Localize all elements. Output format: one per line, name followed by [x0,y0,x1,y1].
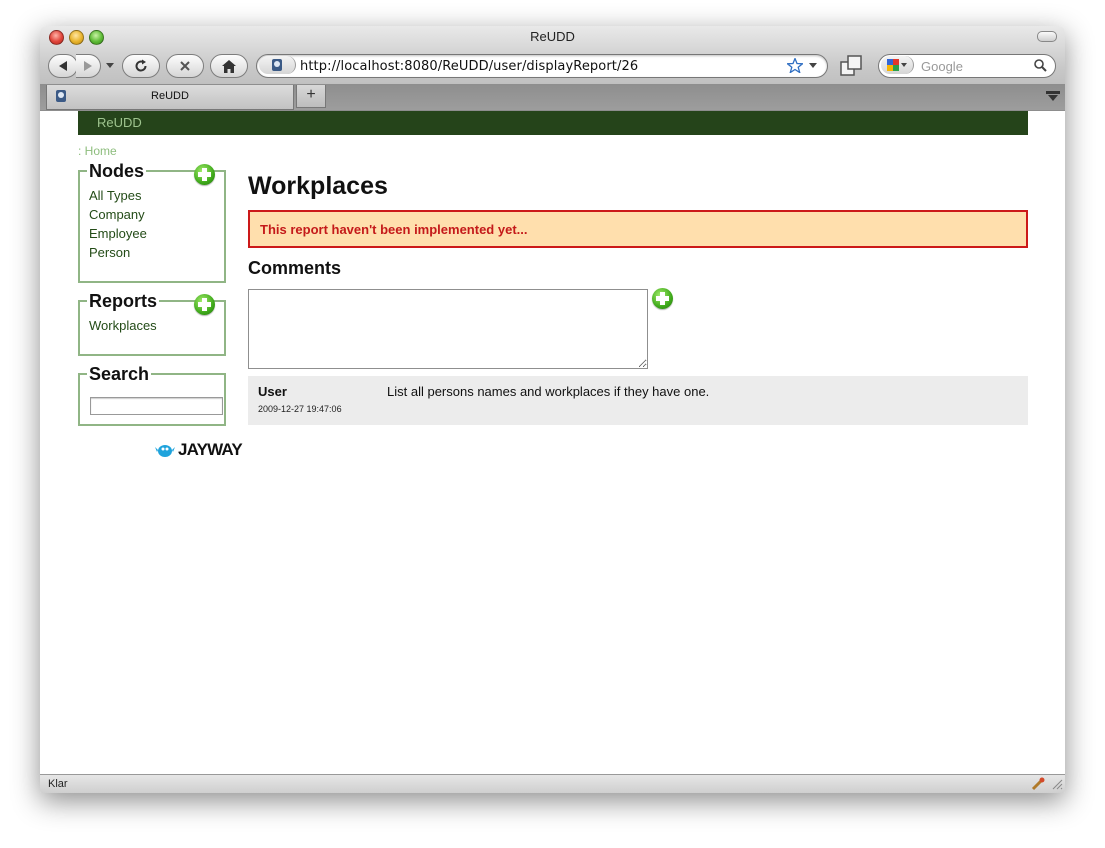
history-dropdown-icon[interactable] [106,63,114,69]
comment-text: List all persons names and workplaces if… [387,384,710,399]
home-icon [222,59,236,73]
add-node-icon[interactable] [194,164,215,185]
address-bar[interactable]: http://localhost:8080/ReUDD/user/display… [256,54,828,78]
node-link-person[interactable]: Person [89,243,224,262]
search-title: Search [89,364,150,384]
home-button[interactable] [210,54,248,78]
addon-status-icon[interactable] [1031,777,1045,791]
comments-title: Comments [248,258,342,278]
title-bar: ReUDD http://localhost:8080/ReUDD/user/d… [40,26,1065,111]
reports-title: Reports [89,291,158,311]
magnifier-icon[interactable] [1034,59,1047,72]
site-title-link[interactable]: ReUDD [97,115,142,130]
extension-icon[interactable] [840,55,862,77]
site-identity-button[interactable] [259,56,296,74]
reload-button[interactable] [122,54,160,78]
comment-item: User 2009-12-27 19:47:06 List all person… [248,376,1028,425]
resize-grip-icon[interactable] [1051,778,1063,790]
search-box: Search [78,365,226,426]
jayway-logo: JAYWAY [155,440,243,460]
page-content: ReUDD : Home Nodes All Types Company Emp… [40,111,1065,775]
site-header: ReUDD [78,111,1028,135]
not-implemented-warning: This report haven't been implemented yet… [248,210,1028,248]
comment-timestamp: 2009-12-27 19:47:06 [258,404,342,414]
bookmark-star-icon[interactable] [787,58,803,73]
search-placeholder: Google [921,59,963,74]
node-link-employee[interactable]: Employee [89,224,224,243]
back-arrow-icon [59,61,67,71]
node-link-company[interactable]: Company [89,205,224,224]
search-bar[interactable]: Google [878,54,1056,78]
browser-window: ReUDD http://localhost:8080/ReUDD/user/d… [40,26,1065,793]
nodes-list: All Types Company Employee Person [80,180,224,262]
search-engine-button[interactable] [881,56,914,74]
stop-button[interactable] [166,54,204,78]
breadcrumb[interactable]: : Home [78,144,117,158]
tab-strip: ReUDD + [40,84,1065,110]
comment-author: User [258,384,287,399]
comment-input[interactable] [248,289,648,369]
forward-button[interactable] [76,54,101,78]
google-engine-icon [887,59,907,71]
forward-arrow-icon [84,61,92,71]
url-dropdown-icon[interactable] [809,63,817,69]
report-link-workplaces[interactable]: Workplaces [89,316,224,335]
jayway-logo-text: JAYWAY [178,440,243,459]
search-input[interactable] [90,397,223,415]
tab-reudd[interactable]: ReUDD [46,85,294,110]
url-text: http://localhost:8080/ReUDD/user/display… [300,59,639,74]
tab-label: ReUDD [151,90,189,102]
add-comment-icon[interactable] [652,288,673,309]
stop-icon [180,61,190,71]
status-bar: Klar [40,774,1065,793]
back-button[interactable] [48,54,78,78]
window-title: ReUDD [530,29,575,44]
jayway-bird-icon [155,445,175,457]
page-title: Workplaces [248,172,388,200]
node-link-all-types[interactable]: All Types [89,186,224,205]
toolbar-toggle-button[interactable] [1037,31,1057,42]
reload-icon [135,59,147,72]
tab-list-icon[interactable] [1045,89,1061,103]
site-favicon-icon [272,59,282,71]
nodes-title: Nodes [89,161,145,181]
add-report-icon[interactable] [194,294,215,315]
status-text: Klar [48,778,68,790]
new-tab-button[interactable]: + [296,85,326,108]
